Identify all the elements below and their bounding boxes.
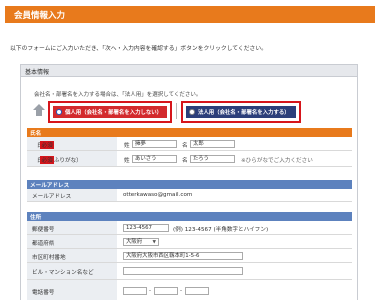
page-title: 会員情報入力: [14, 11, 66, 21]
phone-separator: -: [149, 288, 152, 294]
individual-option-highlight: 個人用（会社名・部署名を入力しない）: [48, 101, 172, 123]
prefecture-value: 大阪府: [126, 239, 143, 245]
phone-label-cell: 電話番号: [27, 280, 117, 300]
page-title-bar: 会員情報入力: [5, 6, 375, 23]
email-row: メールアドレス otterkawaso@gmail.com: [27, 189, 352, 202]
email-label-cell: メールアドレス: [27, 189, 117, 201]
phone-input-2[interactable]: [154, 287, 178, 295]
chevron-down-icon: ▼: [152, 240, 156, 245]
phone-label: 電話番号: [32, 290, 55, 296]
panel-title: 基本情報: [25, 69, 50, 76]
building-input[interactable]: [123, 267, 243, 275]
kana-hint: ※ひらがなでご入力ください: [241, 158, 313, 164]
required-badge: 必須: [40, 156, 55, 164]
phone-input-3[interactable]: [185, 287, 209, 295]
email-label: メールアドレス: [32, 194, 72, 200]
postal-label: 郵便番号: [32, 227, 55, 233]
mei-input[interactable]: 太郎: [190, 140, 235, 148]
up-arrow-icon-stem: [36, 110, 42, 116]
sei-kana-label: 姓: [124, 158, 130, 164]
radio-unselected-icon[interactable]: [189, 109, 195, 115]
corporate-option[interactable]: 法人用（会社名・部署名を入力する）: [186, 106, 296, 118]
city-input[interactable]: 大阪府大阪市西区靱本町1-5-6: [123, 252, 243, 260]
section-name-title: 氏名: [30, 131, 42, 137]
radio-selected-icon[interactable]: [56, 109, 62, 115]
section-name: 氏名: [27, 128, 352, 137]
building-label-cell: ビル・マンション名など: [27, 263, 117, 279]
corporate-option-highlight: 法人用（会社名・部署名を入力する）: [181, 101, 301, 123]
name-row: 氏名必須 姓 擁夢 名 太郎: [27, 137, 352, 151]
mei-kana-input[interactable]: たろう: [190, 155, 235, 163]
sei-kana-input[interactable]: あいさう: [132, 155, 177, 163]
section-address-title: 住所: [30, 215, 42, 221]
city-row: 市区町村番地 大阪府大阪市西区靱本町1-5-6: [27, 249, 352, 263]
section-email-title: メールアドレス: [30, 183, 70, 189]
name-label-cell: 氏名必須: [27, 137, 117, 150]
phone-row: 電話番号 - -: [27, 280, 352, 300]
sei-input[interactable]: 擁夢: [132, 140, 177, 148]
postal-input[interactable]: 123-4567: [123, 224, 169, 232]
intro-text: 以下のフォームにご入力いただき、「次へ・入力内容を確認する」ボタンをクリックして…: [10, 46, 267, 52]
individual-option-label: 個人用（会社名・部署名を入力しない）: [65, 110, 163, 116]
city-label-cell: 市区町村番地: [27, 249, 117, 262]
required-badge: 必須: [40, 141, 55, 149]
kana-row: 氏名（ふりがな） 必須 姓 あいさう 名 たろう ※ひらがなでご入力ください: [27, 151, 352, 167]
option-divider: [176, 103, 177, 119]
individual-option[interactable]: 個人用（会社名・部署名を入力しない）: [53, 106, 167, 118]
email-value: otterkawaso@gmail.com: [123, 192, 193, 198]
phone-input-1[interactable]: [123, 287, 147, 295]
mei-label: 名: [182, 143, 188, 149]
corporate-option-label: 法人用（会社名・部署名を入力する）: [198, 110, 290, 116]
postal-row: 郵便番号 123-4567 (例) 123-4567 (半角数字とハイフン): [27, 221, 352, 235]
prefecture-label-cell: 都道府県: [27, 235, 117, 248]
prefecture-row: 都道府県 大阪府 ▼: [27, 235, 352, 249]
account-type-note: 会社名・部署名を入力する場合は、「法人用」を選択してください。: [34, 92, 202, 98]
city-label: 市区町村番地: [32, 255, 66, 261]
panel-header: 基本情報: [21, 65, 357, 77]
kana-label-cell: 氏名（ふりがな） 必須: [27, 151, 117, 166]
postal-hint: (例) 123-4567 (半角数字とハイフン): [173, 227, 269, 233]
sei-label: 姓: [124, 143, 130, 149]
building-label: ビル・マンション名など: [32, 270, 94, 276]
prefecture-label: 都道府県: [32, 241, 55, 247]
section-address: 住所: [27, 212, 352, 221]
postal-label-cell: 郵便番号: [27, 221, 117, 234]
prefecture-select[interactable]: 大阪府 ▼: [123, 238, 159, 246]
mei-kana-label: 名: [182, 158, 188, 164]
phone-separator: -: [180, 288, 183, 294]
section-email: メールアドレス: [27, 180, 352, 189]
building-row: ビル・マンション名など: [27, 263, 352, 280]
